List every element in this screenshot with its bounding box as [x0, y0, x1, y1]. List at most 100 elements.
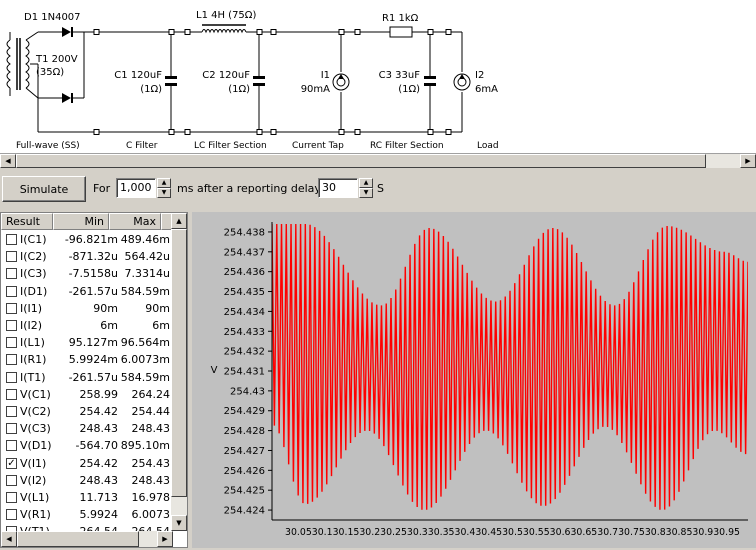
result-min: 5.9924 [79, 508, 119, 522]
i1-label: I1 [320, 70, 330, 81]
duration-input[interactable]: 1,000 [116, 178, 156, 198]
result-max: 564.42u [124, 250, 170, 264]
y-tick-label: 254.437 [224, 247, 265, 258]
delay-spinner[interactable]: ▲ ▼ [359, 178, 373, 198]
scroll-thumb[interactable] [171, 229, 187, 497]
row-checkbox[interactable] [6, 440, 17, 452]
result-min: 254.42 [79, 456, 119, 470]
section-label-current-tap: Current Tap [292, 141, 344, 151]
y-tick-label: 254.431 [224, 367, 265, 378]
table-row[interactable]: I(T1)-261.57u584.59m5 [1, 369, 176, 386]
y-tick-label: 254.433 [224, 327, 265, 338]
spin-down-icon[interactable]: ▼ [359, 188, 373, 198]
section-label-rc-filter: RC Filter Section [370, 141, 444, 151]
table-row[interactable]: V(C3)248.43248.436 [1, 420, 176, 437]
table-row[interactable]: I(I2) 6m 6m [1, 317, 173, 334]
table-row[interactable]: V(R1)5.99246.00731 [1, 506, 176, 523]
delay-label: after a reporting delay of [197, 182, 336, 195]
result-min: -96.821m [64, 233, 118, 247]
result-min: -261.57u [68, 370, 118, 384]
table-row[interactable]: I(I1) 90m 90m [1, 300, 173, 317]
scroll-down-icon[interactable]: ▼ [171, 515, 187, 531]
y-tick-label: 254.43 [230, 386, 265, 397]
table-row[interactable]: I(C1)-96.821m489.46m5 [1, 231, 176, 248]
c1-resistance-label: (1Ω) [140, 84, 162, 95]
i2-label: I2 [475, 70, 485, 81]
spin-up-icon[interactable]: ▲ [157, 178, 171, 188]
results-vertical-scrollbar[interactable]: ▲ ▼ [171, 213, 187, 531]
c2-label: C2 120uF [202, 70, 250, 81]
column-header-max[interactable]: Max [109, 213, 161, 230]
row-checkbox[interactable] [6, 251, 17, 263]
result-max: 584.59m [120, 370, 170, 384]
y-tick-label: 254.424 [224, 506, 265, 517]
spin-down-icon[interactable]: ▼ [157, 188, 171, 198]
table-row[interactable]: I(C2)-871.32u564.42u1 [1, 248, 176, 265]
table-row[interactable]: I(C3)-7.5158u7.3314u1 [1, 265, 176, 282]
row-checkbox[interactable] [6, 234, 17, 246]
scroll-thumb[interactable] [17, 531, 139, 547]
results-rows: I(C1)-96.821m489.46m5I(C2)-871.32u564.42… [1, 231, 176, 540]
row-checkbox[interactable] [6, 285, 17, 297]
duration-unit-label: ms [177, 182, 194, 195]
row-checkbox[interactable] [6, 354, 17, 366]
result-name: V(C1) [20, 387, 51, 401]
scroll-thumb[interactable] [16, 154, 706, 168]
row-checkbox[interactable] [6, 302, 17, 314]
result-name: I(C3) [20, 267, 47, 281]
row-checkbox[interactable] [6, 388, 17, 400]
row-checkbox[interactable]: ✓ [6, 457, 17, 469]
table-row[interactable]: ✓V(I1)254.42254.431 [1, 454, 176, 471]
row-checkbox[interactable] [6, 474, 17, 486]
simulate-button[interactable]: Simulate [2, 176, 86, 202]
result-max: 254.44 [131, 404, 171, 418]
x-tick-labels: 30.0530.130.1530.230.2530.330.3530.430.4… [285, 527, 740, 538]
table-row[interactable]: V(C2)254.42254.441 [1, 403, 176, 420]
row-checkbox[interactable] [6, 405, 17, 417]
scroll-left-icon[interactable]: ◀ [0, 154, 16, 168]
y-tick-label: 254.426 [224, 466, 265, 477]
scroll-right-icon[interactable]: ▶ [740, 154, 756, 168]
result-max: 96.564m [120, 336, 170, 350]
row-checkbox[interactable] [6, 509, 17, 521]
row-checkbox[interactable] [6, 268, 17, 280]
t1-label: T1 200V [36, 54, 78, 65]
schematic-scrollbar[interactable]: ◀ ▶ [0, 154, 756, 168]
result-max: 895.10m [120, 439, 170, 453]
waveform-plot[interactable]: 254.438 254.437 254.436 254.435 254.434 254.4… [192, 212, 756, 548]
for-label: For [93, 182, 111, 195]
result-name: V(I1) [20, 456, 47, 470]
column-header-min[interactable]: Min [53, 213, 109, 230]
row-checkbox[interactable] [6, 337, 17, 349]
result-name: I(R1) [20, 353, 47, 367]
duration-spinner[interactable]: ▲ ▼ [157, 178, 171, 198]
simulation-toolbar: Simulate For 1,000 ▲ ▼ ms after a report… [0, 172, 756, 208]
table-row[interactable]: I(D1)-261.57u584.59m5 [1, 283, 176, 300]
scroll-right-icon[interactable]: ▶ [157, 531, 173, 547]
scroll-left-icon[interactable]: ◀ [1, 531, 17, 547]
row-checkbox[interactable] [6, 320, 17, 332]
table-row[interactable]: V(C1) 258.99 264.24 [1, 386, 173, 403]
results-horizontal-scrollbar[interactable]: ◀ ▶ [1, 531, 173, 547]
delay-input[interactable]: 30 [318, 178, 358, 198]
result-max: 264.24 [131, 387, 171, 401]
result-min: -564.70 [75, 439, 118, 453]
table-row[interactable]: I(R1)5.9924m6.0073m1 [1, 351, 176, 368]
table-row[interactable]: I(L1)95.127m96.564m1 [1, 334, 176, 351]
i1-value-label: 90mA [300, 84, 330, 95]
waveform-chart: 254.438 254.437 254.436 254.435 254.434 254.4… [211, 222, 748, 538]
result-name: V(I2) [20, 473, 47, 487]
spin-up-icon[interactable]: ▲ [359, 178, 373, 188]
scroll-up-icon[interactable]: ▲ [171, 213, 187, 229]
row-checkbox[interactable] [6, 423, 17, 435]
table-row[interactable]: V(L1) 11.713 16.978 [1, 489, 173, 506]
result-min: 90m [93, 301, 118, 315]
row-checkbox[interactable] [6, 491, 17, 503]
result-name: V(D1) [20, 439, 52, 453]
table-row[interactable]: V(D1) -564.70 895.10m [1, 437, 173, 454]
table-row[interactable]: V(I2)248.43248.436 [1, 472, 176, 489]
column-header-result[interactable]: Result [1, 213, 53, 230]
result-max: 489.46m [120, 233, 170, 247]
result-max: 7.3314u [124, 267, 170, 281]
row-checkbox[interactable] [6, 371, 17, 383]
